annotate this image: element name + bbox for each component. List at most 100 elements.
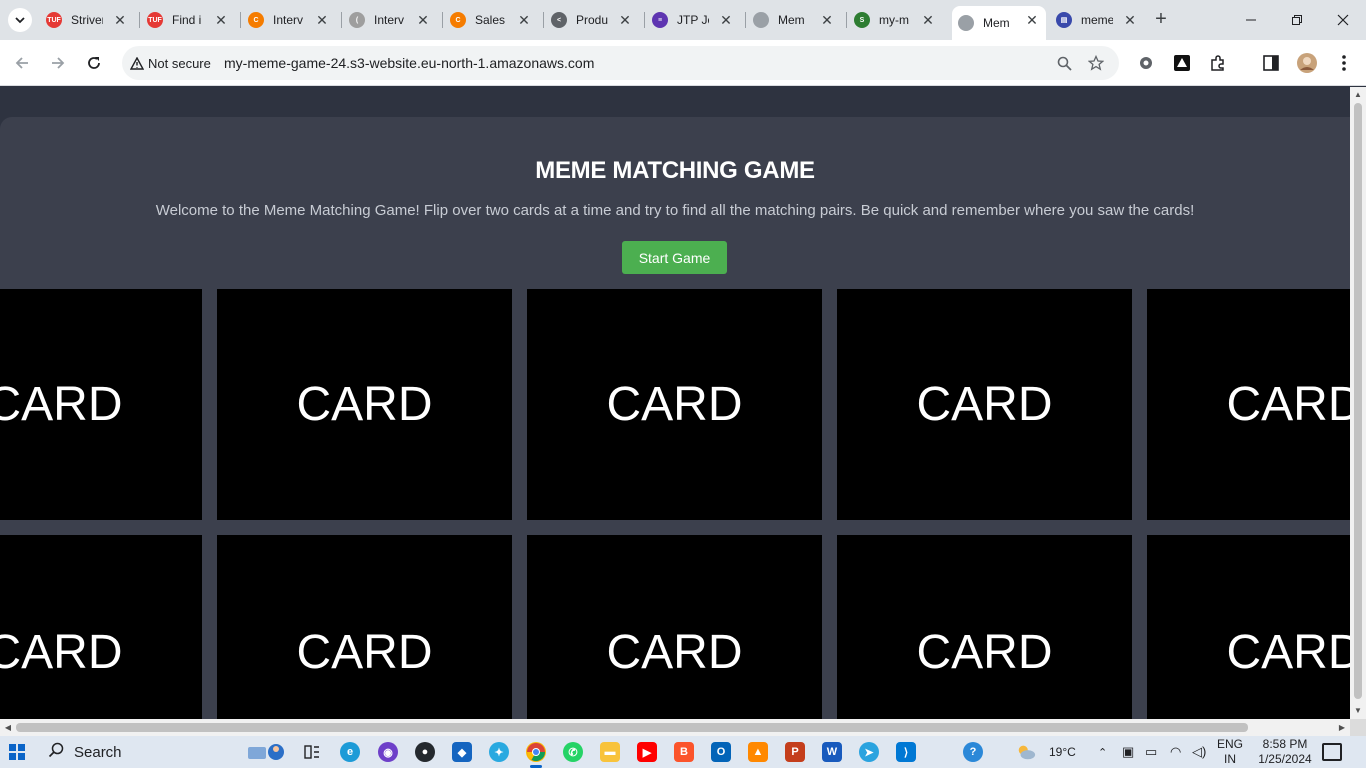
dropbox-icon[interactable]: ◆ bbox=[452, 742, 472, 762]
language-region: IN bbox=[1224, 752, 1236, 766]
menu-kebab-icon[interactable] bbox=[1333, 52, 1355, 74]
telegram-icon[interactable]: ➤ bbox=[859, 742, 879, 762]
url-text[interactable]: my-meme-game-24.s3-website.eu-north-1.am… bbox=[224, 55, 594, 71]
tab-strip: TUF Striver ✕ TUF Find i ✕ C Interv ✕ (Interv ✕ C Sa… bbox=[0, 0, 1366, 40]
task-view-icon[interactable] bbox=[302, 742, 322, 762]
game-card[interactable]: CARD bbox=[527, 289, 822, 520]
extension-triangle-icon[interactable] bbox=[1171, 52, 1193, 74]
tab-close-icon[interactable]: ✕ bbox=[920, 12, 936, 28]
browser-tab[interactable]: Mem ✕ bbox=[952, 6, 1046, 40]
game-card[interactable]: CARD bbox=[0, 535, 202, 719]
chevron-down-icon bbox=[15, 17, 25, 24]
browser-tab[interactable]: C Sales ✕ bbox=[450, 6, 532, 34]
game-card[interactable]: CARD bbox=[0, 289, 202, 520]
game-card[interactable]: CARD bbox=[1147, 289, 1350, 520]
windows-start-icon[interactable] bbox=[9, 744, 25, 760]
browser-tab[interactable]: Mem ✕ bbox=[753, 6, 835, 34]
browser-tab[interactable]: ≡ JTP Jo ✕ bbox=[652, 6, 734, 34]
brave-icon[interactable]: B bbox=[674, 742, 694, 762]
forward-button[interactable] bbox=[46, 51, 70, 75]
edge-icon[interactable]: e bbox=[340, 742, 360, 762]
tab-close-icon[interactable]: ✕ bbox=[1024, 12, 1040, 28]
horizontal-scroll-thumb[interactable] bbox=[16, 723, 1248, 732]
tab-separator bbox=[745, 12, 746, 28]
tray-device-icon[interactable]: ▣ bbox=[1122, 736, 1134, 768]
vertical-scroll-thumb[interactable] bbox=[1354, 103, 1362, 699]
minimize-button[interactable] bbox=[1228, 0, 1274, 40]
file-explorer-icon[interactable]: ▬ bbox=[600, 742, 620, 762]
game-card[interactable]: CARD bbox=[837, 535, 1132, 719]
horizontal-scrollbar[interactable]: ◀ ▶ bbox=[0, 719, 1350, 736]
wifi-icon[interactable]: ◠ bbox=[1170, 736, 1181, 768]
github-desktop-icon[interactable]: ◉ bbox=[378, 742, 398, 762]
tab-close-icon[interactable]: ✕ bbox=[112, 12, 128, 28]
scroll-left-arrow-icon[interactable]: ◀ bbox=[0, 719, 16, 736]
browser-tab[interactable]: (Interv ✕ bbox=[349, 6, 431, 34]
whatsapp-icon[interactable]: ✆ bbox=[563, 742, 583, 762]
browser-tab[interactable]: Smy-m ✕ bbox=[854, 6, 936, 34]
card-grid: CARD CARD CARD CARD CARD CARD CARD CARD CARD CARD bbox=[0, 289, 1350, 719]
tray-chevron-up-icon[interactable]: ⌃ bbox=[1098, 736, 1107, 768]
vertical-scrollbar[interactable]: ▲ ▼ bbox=[1350, 87, 1366, 719]
intro-text: Welcome to the Meme Matching Game! Flip … bbox=[155, 202, 1195, 219]
bookmark-star-icon[interactable] bbox=[1086, 53, 1106, 73]
clock-time: 8:58 PM bbox=[1262, 737, 1308, 751]
battery-icon[interactable]: ▭ bbox=[1145, 736, 1157, 768]
chrome-icon[interactable] bbox=[526, 742, 546, 768]
tab-close-icon[interactable]: ✕ bbox=[415, 12, 431, 28]
language-indicator[interactable]: ENG IN bbox=[1210, 737, 1250, 767]
notification-icon[interactable] bbox=[1322, 743, 1342, 761]
scroll-right-arrow-icon[interactable]: ▶ bbox=[1334, 719, 1350, 736]
game-card[interactable]: CARD bbox=[1147, 535, 1350, 719]
address-bar[interactable]: Not secure my-meme-game-24.s3-website.eu… bbox=[122, 46, 1119, 80]
volume-icon[interactable]: ◁) bbox=[1192, 736, 1206, 768]
game-card[interactable]: CARD bbox=[217, 289, 512, 520]
extensions-puzzle-icon[interactable] bbox=[1207, 52, 1229, 74]
game-card[interactable]: CARD bbox=[217, 535, 512, 719]
scroll-up-arrow-icon[interactable]: ▲ bbox=[1350, 87, 1366, 103]
weather-temperature[interactable]: 19°C bbox=[1049, 736, 1076, 768]
tab-title: Interv bbox=[273, 13, 304, 27]
browser-tab[interactable]: ▤ meme ✕ bbox=[1056, 6, 1138, 34]
start-game-button[interactable]: Start Game bbox=[622, 241, 727, 274]
tab-close-icon[interactable]: ✕ bbox=[617, 12, 633, 28]
search-highlight-icon[interactable] bbox=[246, 742, 292, 762]
game-card[interactable]: CARD bbox=[527, 535, 822, 719]
browser-tab[interactable]: < Produ ✕ bbox=[551, 6, 633, 34]
youtube-icon[interactable]: ▶ bbox=[637, 742, 657, 762]
zoom-icon[interactable] bbox=[1054, 53, 1074, 73]
tab-separator bbox=[341, 12, 342, 28]
reload-button[interactable] bbox=[82, 51, 106, 75]
tab-close-icon[interactable]: ✕ bbox=[314, 12, 330, 28]
powerpoint-icon[interactable]: P bbox=[785, 742, 805, 762]
scroll-down-arrow-icon[interactable]: ▼ bbox=[1350, 703, 1366, 719]
new-tab-button[interactable]: + bbox=[1150, 9, 1172, 31]
side-panel-icon[interactable] bbox=[1260, 52, 1282, 74]
card-label: CARD bbox=[606, 378, 743, 431]
tab-close-icon[interactable]: ✕ bbox=[718, 12, 734, 28]
browser-tab[interactable]: TUF Find i ✕ bbox=[147, 6, 229, 34]
help-icon[interactable]: ? bbox=[963, 742, 983, 762]
close-window-button[interactable] bbox=[1320, 0, 1366, 40]
profile-avatar-icon[interactable] bbox=[1296, 52, 1318, 74]
tab-close-icon[interactable]: ✕ bbox=[819, 12, 835, 28]
vscode-icon[interactable]: ⟩ bbox=[896, 742, 916, 762]
restore-button[interactable] bbox=[1274, 0, 1320, 40]
security-indicator[interactable]: Not secure bbox=[130, 54, 211, 72]
extension-gear-icon[interactable] bbox=[1135, 52, 1157, 74]
github-icon[interactable]: ● bbox=[415, 742, 435, 762]
taskbar-clock[interactable]: 8:58 PM 1/25/2024 bbox=[1250, 737, 1320, 767]
tab-close-icon[interactable]: ✕ bbox=[1122, 12, 1138, 28]
outlook-icon[interactable]: O bbox=[711, 742, 731, 762]
browser-tab[interactable]: C Interv ✕ bbox=[248, 6, 330, 34]
browser-tab[interactable]: TUF Striver ✕ bbox=[46, 6, 128, 34]
vlc-icon[interactable]: ▲ bbox=[748, 742, 768, 762]
word-icon[interactable]: W bbox=[822, 742, 842, 762]
weather-icon[interactable] bbox=[1016, 742, 1036, 762]
back-button[interactable] bbox=[10, 51, 34, 75]
tab-search-button[interactable] bbox=[8, 8, 32, 32]
tab-close-icon[interactable]: ✕ bbox=[213, 12, 229, 28]
app-bird-icon[interactable]: ✦ bbox=[489, 742, 509, 762]
game-card[interactable]: CARD bbox=[837, 289, 1132, 520]
tab-close-icon[interactable]: ✕ bbox=[516, 12, 532, 28]
